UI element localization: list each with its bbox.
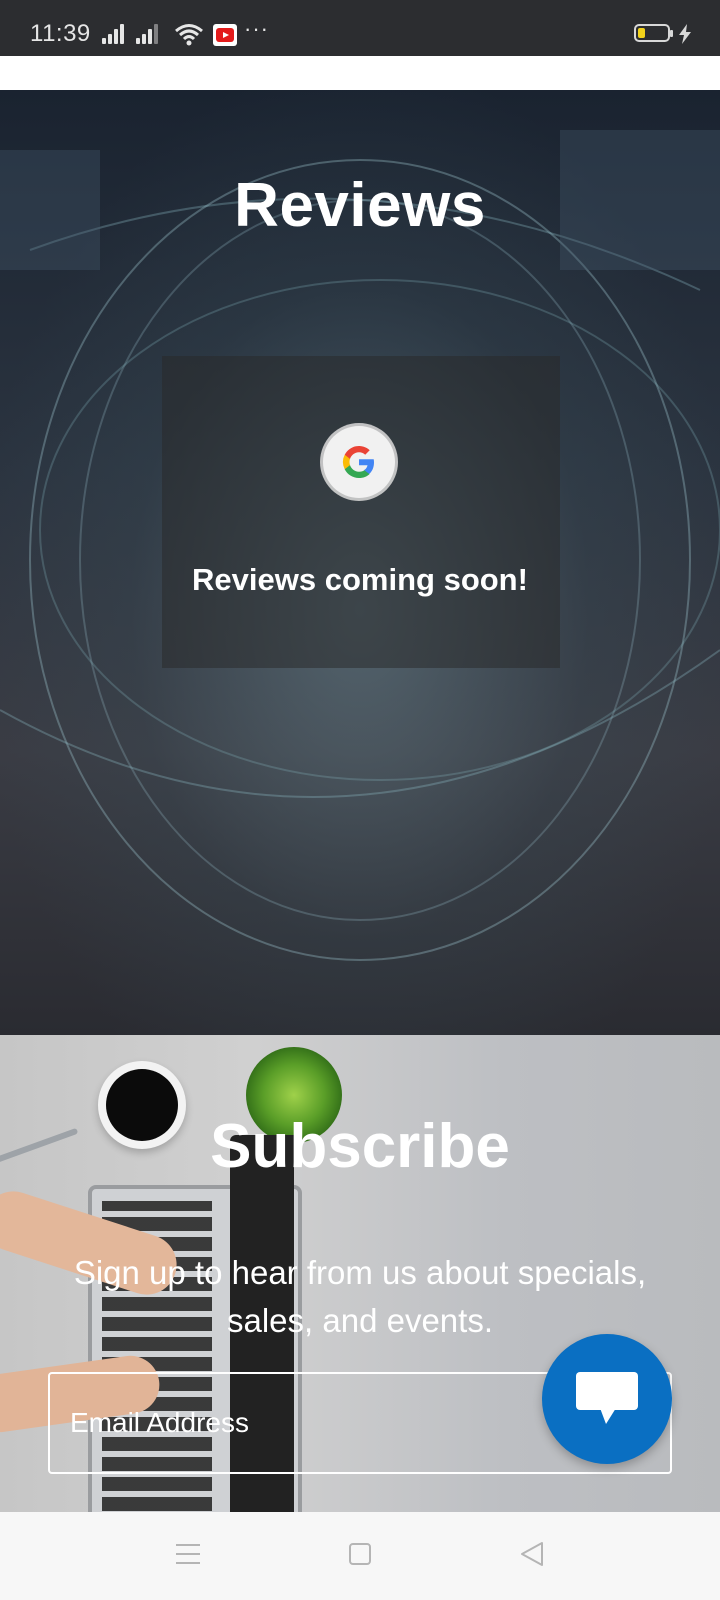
wifi-icon bbox=[175, 24, 203, 46]
chat-button[interactable] bbox=[542, 1334, 672, 1464]
back-icon[interactable] bbox=[518, 1540, 546, 1568]
review-card bbox=[162, 356, 560, 668]
reviews-coming-soon-text: Reviews coming soon! bbox=[192, 562, 528, 597]
google-icon[interactable] bbox=[323, 426, 395, 498]
youtube-icon bbox=[213, 24, 237, 46]
header-spacer bbox=[0, 56, 720, 90]
signal-icon bbox=[102, 22, 128, 44]
charging-icon bbox=[679, 24, 691, 44]
signal-icon bbox=[136, 22, 162, 44]
status-time: 11:39 bbox=[30, 20, 91, 47]
chat-icon bbox=[576, 1372, 638, 1424]
reviews-section: Reviews Reviews coming soon! bbox=[0, 90, 720, 1035]
reviews-heading: Reviews bbox=[234, 171, 486, 240]
menu-icon[interactable] bbox=[176, 1542, 200, 1566]
status-bar: 11:39 ··· bbox=[0, 0, 720, 56]
navigation-bar bbox=[0, 1512, 720, 1600]
subscribe-description: Sign up to hear from us about specials, … bbox=[73, 1254, 647, 1339]
battery-icon bbox=[634, 24, 673, 42]
subscribe-heading: Subscribe bbox=[210, 1112, 510, 1181]
more-notifications-icon: ··· bbox=[244, 16, 269, 41]
home-icon[interactable] bbox=[349, 1543, 371, 1565]
